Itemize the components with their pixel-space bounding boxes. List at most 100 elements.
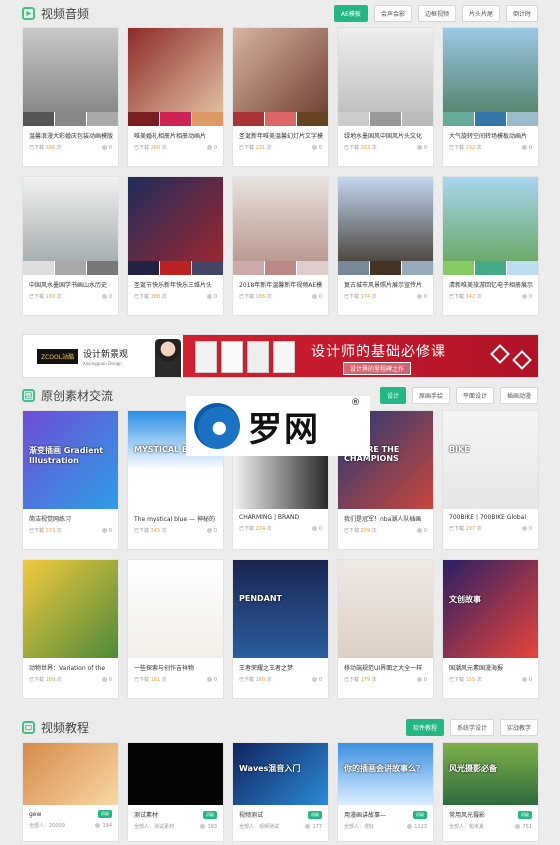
tutorial-title[interactable]: 视频测试 <box>239 810 263 819</box>
tutorial-thumbnail[interactable]: 你的插画会讲故事么？ <box>338 743 433 805</box>
content-card[interactable]: 动物世界：Variation of the 已下载 189 次 0 <box>22 559 119 699</box>
tutorial-thumbnail[interactable] <box>128 743 223 805</box>
card-title[interactable]: 王者荣耀之王者之梦 <box>233 658 328 672</box>
tutorial-card[interactable]: 测试素材 初级 全部人：测试素材 193 <box>127 742 224 842</box>
card-title[interactable]: 中国风水墨国学书画山水历史 <box>23 275 118 289</box>
tutorial-title[interactable]: 用漫画讲故事— <box>344 810 386 819</box>
tutorial-card[interactable]: 你的插画会讲故事么？ 用漫画讲故事— 初级 全部人：漫好 1123 <box>337 742 434 842</box>
card-thumbnail[interactable] <box>233 28 328 126</box>
tab-illustration[interactable]: 插画动漫 <box>499 386 538 404</box>
tutorial-card[interactable]: gew 初级 全部人：20009 194 <box>22 742 119 842</box>
card-title[interactable]: The mystical blue — 神秘的 <box>128 509 223 523</box>
tab-graphic-design[interactable]: 平面设计 <box>455 386 494 404</box>
like-info[interactable]: 0 <box>206 527 217 534</box>
like-info[interactable]: 0 <box>101 676 112 683</box>
tutorial-card[interactable]: 风光摄影必备 常用风光摄影 初级 全部人：帕米夏 751 <box>442 742 539 842</box>
tab-system-design[interactable]: 系统学设计 <box>449 718 494 736</box>
tab-ae-template[interactable]: AE模板 <box>334 4 368 22</box>
content-card[interactable]: 温馨浪漫大彩婚庆包装动画模版 已下载 386 次 0 <box>22 27 119 167</box>
content-card[interactable]: 绿地水墨国风中国风片头文化 已下载 203 次 0 <box>337 27 434 167</box>
tutorial-title[interactable]: 常用风光摄影 <box>449 810 485 819</box>
like-info[interactable]: 0 <box>311 525 322 532</box>
like-info[interactable]: 0 <box>101 293 112 300</box>
card-thumbnail[interactable]: 文创故事 <box>443 560 538 658</box>
card-thumbnail[interactable] <box>23 560 118 658</box>
tutorial-thumbnail[interactable]: 风光摄影必备 <box>443 743 538 805</box>
card-thumbnail[interactable]: PENDANT <box>233 560 328 658</box>
card-thumbnail[interactable] <box>23 177 118 275</box>
card-title[interactable]: 移动端规范UI界面之大全一样 <box>338 658 433 672</box>
content-card[interactable]: 大气旋转空间转场模板动画片 已下载 192 次 0 <box>442 27 539 167</box>
card-title[interactable]: 唯美婚礼相册片相册动画片 <box>128 126 223 140</box>
like-info[interactable]: 0 <box>311 144 322 151</box>
content-card[interactable]: 移动端规范UI界面之大全一样 已下载 179 次 0 <box>337 559 434 699</box>
like-info[interactable]: 0 <box>521 144 532 151</box>
content-card[interactable]: 复古城市风景照片展示宣传片 已下载 174 次 0 <box>337 176 434 316</box>
like-info[interactable]: 0 <box>206 144 217 151</box>
tab-countdown[interactable]: 倒计时 <box>505 4 538 22</box>
card-thumbnail[interactable] <box>338 560 433 658</box>
tab-practice[interactable]: 实战教学 <box>499 718 538 736</box>
content-card[interactable]: 2018年新年温馨新年视频AE模 已下载 186 次 0 <box>232 176 329 316</box>
card-title[interactable]: 圣诞节快乐新年快乐三维片头 <box>128 275 223 289</box>
tab-intro-outro[interactable]: 片头片尾 <box>461 4 500 22</box>
card-title[interactable]: 国潮风元素国漫海报 <box>443 658 538 672</box>
card-title[interactable]: CHARMING | BRAND <box>233 509 328 521</box>
card-title[interactable]: 简洁视觉网练习 <box>23 509 118 523</box>
like-info[interactable]: 0 <box>416 676 427 683</box>
card-thumbnail[interactable] <box>23 28 118 126</box>
like-info[interactable]: 0 <box>206 676 217 683</box>
card-thumbnail[interactable] <box>443 28 538 126</box>
tab-huisheng[interactable]: 会声会影 <box>373 4 412 22</box>
tutorial-title[interactable]: 测试素材 <box>134 810 158 819</box>
tutorial-thumbnail[interactable]: Waves混音入门 <box>233 743 328 805</box>
like-info[interactable]: 0 <box>311 293 322 300</box>
like-info[interactable]: 0 <box>416 144 427 151</box>
card-thumbnail[interactable]: 渐变插画 Gradient Illustration <box>23 411 118 509</box>
content-card[interactable]: 中国风水墨国学书画山水历史 已下载 189 次 0 <box>22 176 119 316</box>
like-info[interactable]: 0 <box>416 527 427 534</box>
content-card[interactable]: 清新唯美旅游回忆电子相册展示 已下载 142 次 0 <box>442 176 539 316</box>
tutorial-card[interactable]: Waves混音入门 视频测试 初级 全部人：视频测试 177 <box>232 742 329 842</box>
content-card[interactable]: PENDANT 王者荣耀之王者之梦 已下载 180 次 0 <box>232 559 329 699</box>
card-thumbnail[interactable]: BIKE <box>443 411 538 509</box>
tab-design[interactable]: 设计 <box>379 386 406 404</box>
like-info[interactable]: 0 <box>521 525 532 532</box>
card-title[interactable]: 大气旋转空间转场模板动画片 <box>443 126 538 140</box>
card-thumbnail[interactable] <box>338 177 433 275</box>
card-title[interactable]: 复古城市风景照片展示宣传片 <box>338 275 433 289</box>
tutorial-thumbnail[interactable] <box>23 743 118 805</box>
card-thumbnail[interactable] <box>338 28 433 126</box>
content-card[interactable]: 一些探索与创作吉祥物 已下载 181 次 0 <box>127 559 224 699</box>
tab-frame-video[interactable]: 边框视频 <box>417 4 456 22</box>
content-card[interactable]: 文创故事 国潮风元素国漫海报 已下载 155 次 0 <box>442 559 539 699</box>
card-title[interactable]: 我们是冠军！nba湖人队插画 <box>338 509 433 523</box>
like-info[interactable]: 0 <box>521 293 532 300</box>
card-thumbnail[interactable] <box>128 560 223 658</box>
tab-hand-drawn[interactable]: 原画手绘 <box>411 386 450 404</box>
like-info[interactable]: 0 <box>521 676 532 683</box>
tab-software[interactable]: 软件教程 <box>405 718 444 736</box>
like-info[interactable]: 0 <box>416 293 427 300</box>
content-card[interactable]: BIKE 700BIKE | 700BIKE Global 已下载 197 次 0 <box>442 410 539 550</box>
card-title[interactable]: 一些探索与创作吉祥物 <box>128 658 223 672</box>
card-thumbnail[interactable] <box>128 177 223 275</box>
like-info[interactable]: 0 <box>206 293 217 300</box>
content-card[interactable]: 圣诞节快乐新年快乐三维片头 已下载 188 次 0 <box>127 176 224 316</box>
card-thumbnail[interactable] <box>128 28 223 126</box>
content-card[interactable]: 唯美婚礼相册片相册动画片 已下载 260 次 0 <box>127 27 224 167</box>
card-title[interactable]: 温馨浪漫大彩婚庆包装动画模版 <box>23 126 118 140</box>
card-title[interactable]: 圣诞新年唯美温馨幻灯片文字模 <box>233 126 328 140</box>
card-title[interactable]: 动物世界：Variation of the <box>23 658 118 672</box>
like-info[interactable]: 0 <box>101 144 112 151</box>
card-title[interactable]: 2018年新年温馨新年视频AE模 <box>233 275 328 289</box>
card-title[interactable]: 700BIKE | 700BIKE Global <box>443 509 538 521</box>
like-info[interactable]: 0 <box>311 676 322 683</box>
promo-banner[interactable]: ZCOOL站酷 设计新景观 Xinjingguan Design 设计师的基础必… <box>22 334 539 378</box>
like-info[interactable]: 0 <box>101 527 112 534</box>
content-card[interactable]: 渐变插画 Gradient Illustration 简洁视觉网练习 已下载 373… <box>22 410 119 550</box>
tutorial-title[interactable]: gew <box>29 811 41 818</box>
card-thumbnail[interactable] <box>233 177 328 275</box>
content-card[interactable]: 圣诞新年唯美温馨幻灯片文字模 已下载 231 次 0 <box>232 27 329 167</box>
card-thumbnail[interactable] <box>443 177 538 275</box>
